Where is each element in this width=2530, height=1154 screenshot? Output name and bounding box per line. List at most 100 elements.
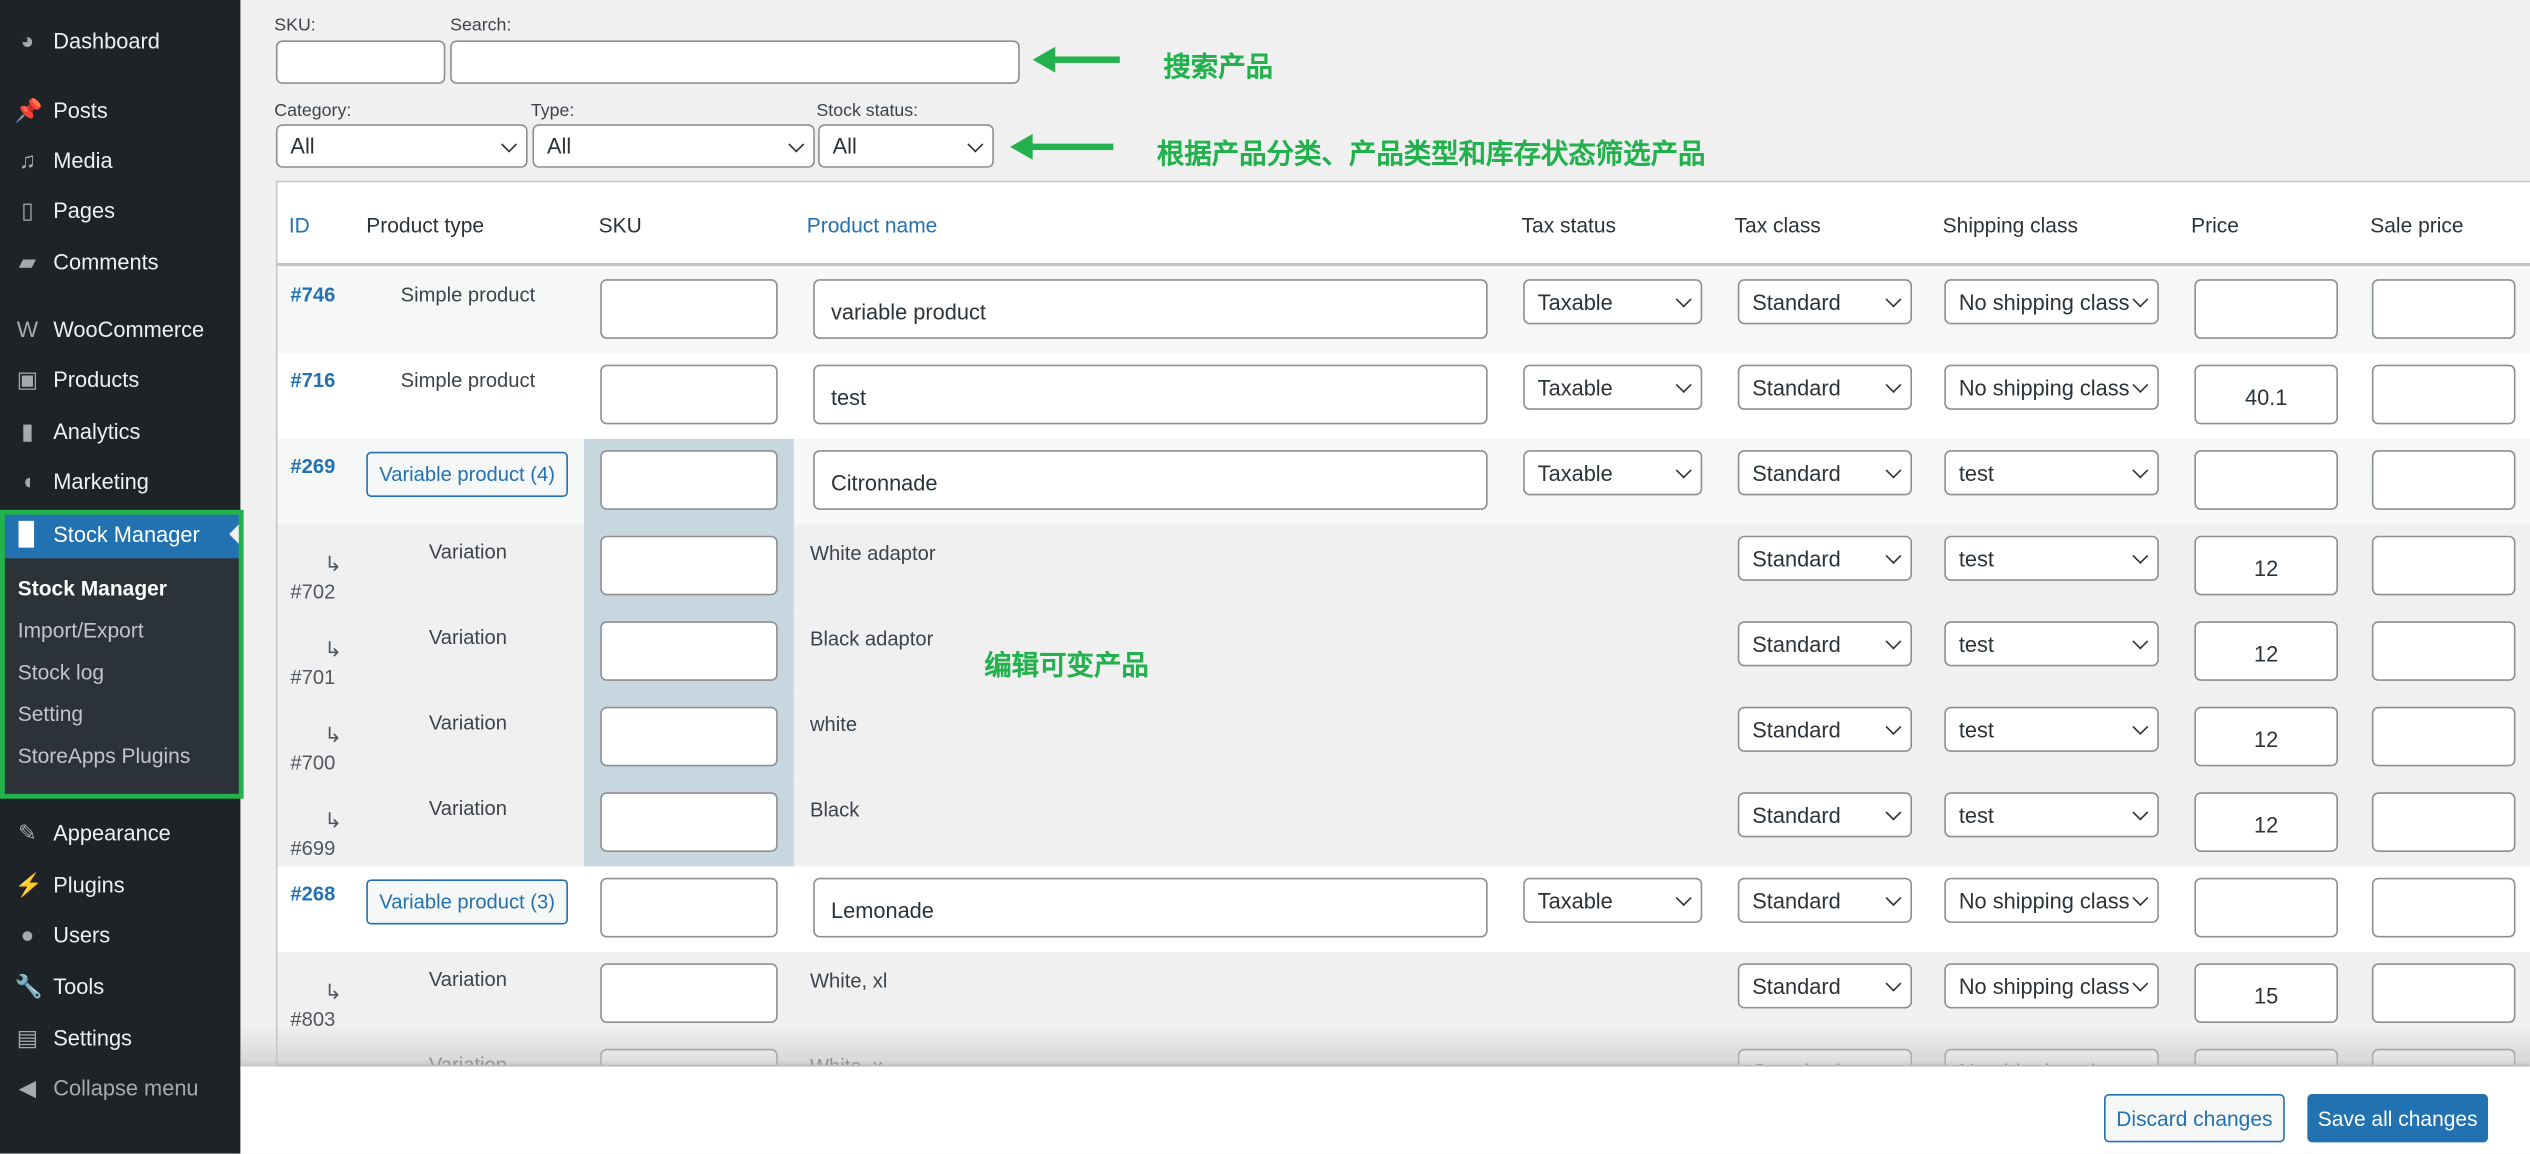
shipping-class-select[interactable]: No shipping class (1944, 963, 2159, 1009)
product-type: Variation (428, 797, 507, 820)
sale-price-input[interactable] (2371, 279, 2516, 339)
sidebar-item-products[interactable]: ▣ Products (0, 355, 240, 403)
sale-price-input[interactable] (2371, 535, 2516, 596)
price-input[interactable]: 40.1 (2194, 364, 2338, 425)
sidebar-item-plugins[interactable]: ⚡ Plugins (0, 860, 240, 908)
sale-price-input[interactable] (2371, 621, 2516, 681)
price-input[interactable]: 15 (2194, 963, 2338, 1023)
price-input[interactable] (2194, 450, 2338, 510)
tax-status-select[interactable]: Taxable (1523, 450, 1703, 496)
tax-class-select-value: Standard (1752, 717, 1841, 742)
sku-input[interactable] (600, 621, 778, 681)
sale-price-input[interactable] (2371, 364, 2516, 425)
variable-product-button[interactable]: Variable product (4) (366, 451, 568, 497)
product-name-input[interactable]: Lemonade (813, 877, 1488, 938)
product-type: Simple product (400, 283, 536, 307)
sku-input[interactable] (600, 450, 778, 510)
sidebar-item-tools[interactable]: 🔧 Tools (0, 962, 240, 1010)
sale-price-input[interactable] (2371, 963, 2516, 1023)
table-row: ↳ #699 Variation Black Standard test 12 (277, 780, 2530, 867)
column-header-product-name[interactable]: Product name (807, 213, 938, 237)
sku-input[interactable] (600, 279, 778, 339)
shipping-class-select[interactable]: test (1944, 621, 2159, 667)
sidebar-item-collapse-menu[interactable]: ◀ Collapse menu (0, 1063, 240, 1111)
product-id-link[interactable]: #716 (290, 369, 335, 392)
product-name-input[interactable]: test (813, 364, 1488, 425)
sidebar-item-marketing[interactable]: ◖ Marketing (0, 457, 240, 505)
sidebar-item-posts[interactable]: 📌 Posts (0, 86, 240, 134)
pin-icon: 📌 (14, 96, 43, 123)
tax-class-select[interactable]: Standard (1737, 450, 1913, 496)
variable-product-button[interactable]: Variable product (3) (366, 879, 568, 925)
tax-class-select[interactable]: Standard (1737, 792, 1913, 838)
shipping-class-select-value: No shipping class (1958, 973, 2130, 998)
sale-price-input[interactable] (2371, 877, 2516, 938)
search-input[interactable] (450, 40, 1020, 84)
sale-price-input[interactable] (2371, 706, 2516, 767)
tax-class-select[interactable]: Standard (1737, 706, 1913, 752)
sliders-icon: ▤ (16, 1024, 39, 1051)
shipping-class-select[interactable]: test (1944, 706, 2159, 752)
price-input[interactable]: 12 (2194, 706, 2338, 767)
tax-class-select[interactable]: Standard (1737, 279, 1913, 325)
tax-class-select-value: Standard (1752, 546, 1841, 571)
price-input[interactable] (2194, 279, 2338, 339)
sidebar-item-analytics[interactable]: ▮ Analytics (0, 407, 240, 455)
price-input[interactable]: 12 (2194, 535, 2338, 596)
sidebar-item-comments[interactable]: ▰ Comments (0, 237, 240, 285)
sale-price-input[interactable] (2371, 792, 2516, 852)
sku-input[interactable] (600, 877, 778, 938)
sku-input[interactable] (600, 963, 778, 1023)
sku-input[interactable] (600, 792, 778, 852)
tax-status-select[interactable]: Taxable (1523, 877, 1703, 923)
shipping-class-select[interactable]: No shipping class (1944, 877, 2159, 923)
tax-status-select[interactable]: Taxable (1523, 279, 1703, 325)
shipping-class-select[interactable]: No shipping class (1944, 279, 2159, 325)
sidebar-item-media[interactable]: ♫ Media (0, 136, 240, 184)
sidebar-item-pages[interactable]: ▯ Pages (0, 186, 240, 234)
product-id-link[interactable]: #746 (290, 284, 335, 307)
tax-class-select-value: Standard (1752, 631, 1841, 656)
sidebar-item-label: Collapse menu (53, 1075, 199, 1100)
sku-filter-input[interactable] (275, 40, 446, 84)
tax-class-select[interactable]: Standard (1737, 621, 1913, 667)
sidebar-item-label: Marketing (53, 468, 149, 493)
product-name-input[interactable]: Citronnade (813, 450, 1488, 510)
tax-class-select-value: Standard (1752, 375, 1841, 400)
price-input[interactable]: 12 (2194, 621, 2338, 681)
shipping-class-select[interactable]: No shipping class (1944, 364, 2159, 410)
sidebar-item-settings[interactable]: ▤ Settings (0, 1013, 240, 1061)
chevron-down-icon (1885, 633, 1902, 650)
sku-input[interactable] (600, 535, 778, 596)
price-input[interactable]: 12 (2194, 792, 2338, 852)
discard-changes-button[interactable]: Discard changes (2104, 1093, 2285, 1143)
sidebar-item-woocommerce[interactable]: W WooCommerce (0, 305, 240, 353)
shipping-class-select[interactable]: test (1944, 792, 2159, 838)
stock-status-select[interactable]: All (818, 124, 994, 168)
chevron-down-icon (1885, 462, 1902, 479)
type-select[interactable]: All (532, 124, 815, 168)
sku-input[interactable] (600, 364, 778, 425)
sku-input[interactable] (600, 706, 778, 767)
product-id-link[interactable]: #269 (290, 455, 335, 478)
shipping-class-select-value: test (1958, 546, 1994, 571)
sidebar-item-dashboard[interactable]: ◕ Dashboard (0, 16, 240, 64)
shipping-class-select[interactable]: test (1944, 450, 2159, 496)
category-select[interactable]: All (275, 124, 528, 168)
tax-status-select[interactable]: Taxable (1523, 364, 1703, 410)
tax-class-select[interactable]: Standard (1737, 364, 1913, 410)
product-id: #701 (290, 666, 336, 689)
sidebar-item-users[interactable]: ● Users (0, 910, 240, 958)
tax-class-select[interactable]: Standard (1737, 877, 1913, 923)
product-id-link[interactable]: #268 (290, 883, 335, 906)
price-input[interactable] (2194, 877, 2338, 938)
sidebar-item-appearance[interactable]: ✎ Appearance (0, 808, 240, 856)
column-header-id[interactable]: ID (289, 213, 310, 237)
save-all-changes-button[interactable]: Save all changes (2307, 1093, 2489, 1143)
sale-price-input[interactable] (2371, 450, 2516, 510)
chevron-down-icon (501, 135, 518, 152)
shipping-class-select[interactable]: test (1944, 535, 2159, 581)
tax-class-select[interactable]: Standard (1737, 535, 1913, 581)
product-name-input[interactable]: variable product (813, 279, 1488, 339)
tax-class-select[interactable]: Standard (1737, 963, 1913, 1009)
